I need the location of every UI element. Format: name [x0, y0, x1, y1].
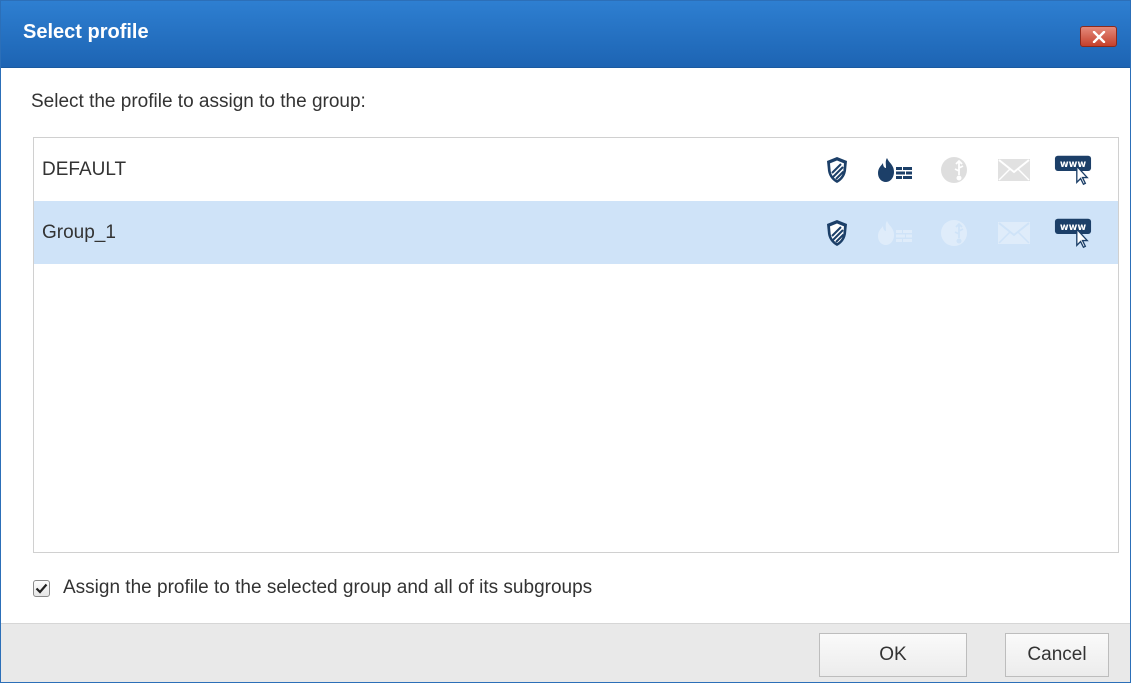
- ok-button[interactable]: OK: [819, 633, 967, 677]
- dialog-title: Select profile: [23, 21, 149, 43]
- mail-icon: [995, 216, 1033, 250]
- svg-text:www: www: [1060, 222, 1087, 233]
- assign-subgroups-checkbox[interactable]: [33, 579, 50, 597]
- antivirus-shield-icon: [818, 153, 856, 187]
- firewall-icon: [877, 153, 915, 187]
- antivirus-shield-icon: [818, 216, 856, 250]
- profile-row-default[interactable]: DEFAULT www: [34, 138, 1118, 201]
- checkmark-icon: [35, 583, 48, 594]
- device-control-usb-icon: [936, 153, 974, 187]
- assign-subgroups-label: Assign the profile to the selected group…: [63, 577, 593, 598]
- profile-name: DEFAULT: [42, 158, 127, 180]
- web-www-icon: www: [1054, 216, 1092, 250]
- dialog-footer: OK Cancel: [1, 623, 1130, 682]
- web-www-icon: www: [1054, 153, 1092, 187]
- dialog-titlebar[interactable]: Select profile: [1, 1, 1130, 68]
- profile-row-group-1[interactable]: Group_1 www: [34, 201, 1118, 264]
- dialog-prompt: Select the profile to assign to the grou…: [31, 91, 366, 112]
- device-control-usb-icon: [936, 216, 974, 250]
- firewall-icon: [877, 216, 915, 250]
- profile-feature-icons: www: [797, 138, 1092, 201]
- cancel-button[interactable]: Cancel: [1005, 633, 1109, 677]
- close-x-icon: [1092, 30, 1105, 43]
- assign-subgroups-option[interactable]: Assign the profile to the selected group…: [33, 577, 592, 599]
- profile-feature-icons: www: [797, 201, 1092, 264]
- close-button[interactable]: [1080, 26, 1117, 47]
- select-profile-dialog: Select profile Select the profile to ass…: [0, 0, 1131, 683]
- profile-name: Group_1: [42, 221, 116, 243]
- svg-text:www: www: [1060, 159, 1087, 170]
- profile-list[interactable]: DEFAULT www Group_1 www: [33, 137, 1119, 553]
- mail-icon: [995, 153, 1033, 187]
